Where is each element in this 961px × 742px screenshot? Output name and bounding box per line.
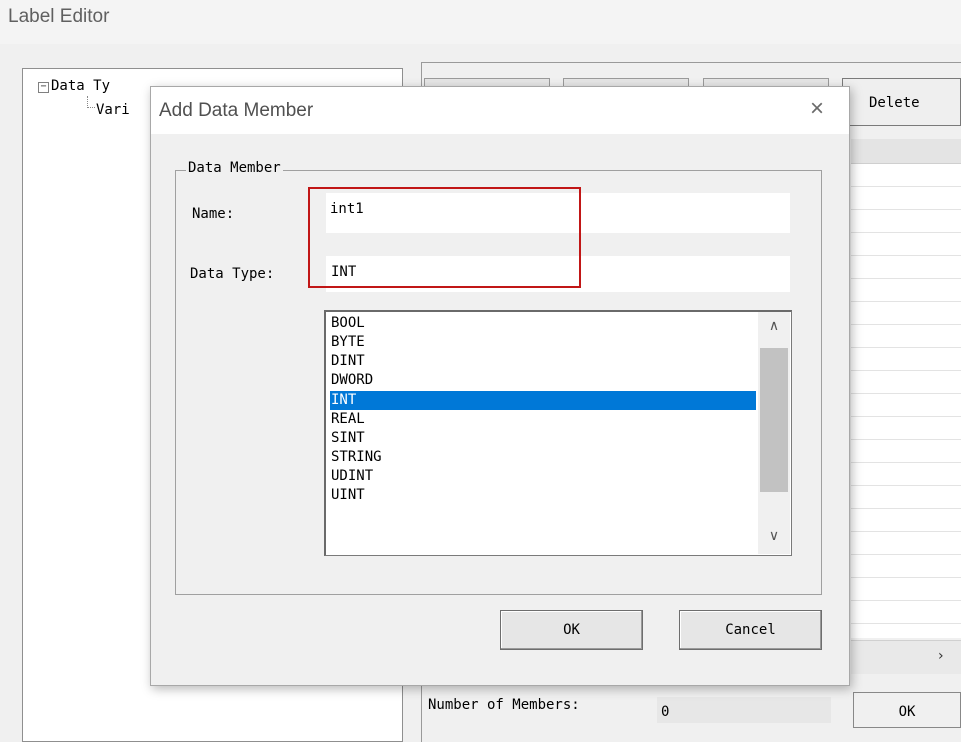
cancel-button[interactable]: Cancel bbox=[679, 610, 822, 650]
tree-child-node[interactable]: Vari bbox=[96, 102, 130, 118]
list-item[interactable]: SINT bbox=[330, 429, 756, 448]
dialog-title: Add Data Member bbox=[159, 100, 314, 121]
member-grid[interactable] bbox=[851, 164, 961, 638]
list-item[interactable]: UINT bbox=[330, 486, 756, 505]
tree-root-node[interactable]: − Data Ty bbox=[38, 78, 110, 94]
highlight-annotation bbox=[308, 187, 581, 288]
delete-button[interactable]: Delete bbox=[842, 78, 961, 126]
member-grid-header bbox=[851, 139, 961, 164]
list-item[interactable]: UDINT bbox=[330, 467, 756, 486]
members-count-label: Number of Members: bbox=[428, 697, 580, 713]
list-item[interactable]: STRING bbox=[330, 448, 756, 467]
list-item-selected[interactable]: INT bbox=[330, 391, 756, 410]
name-label: Name: bbox=[192, 206, 235, 222]
chevron-down-icon[interactable]: ∨ bbox=[758, 528, 790, 550]
list-item[interactable]: BYTE bbox=[330, 333, 756, 352]
window-title: Label Editor bbox=[8, 6, 110, 27]
list-item[interactable]: BOOL bbox=[330, 314, 756, 333]
members-count-value: 0 bbox=[657, 697, 831, 723]
list-item[interactable]: REAL bbox=[330, 410, 756, 429]
list-item[interactable]: DWORD bbox=[330, 371, 756, 390]
tree-root-label: Data Ty bbox=[51, 78, 111, 94]
dialog-close-icon[interactable]: × bbox=[810, 95, 824, 123]
scrollbar-thumb[interactable] bbox=[760, 348, 788, 492]
data-member-group-label: Data Member bbox=[186, 160, 283, 176]
list-item[interactable]: DINT bbox=[330, 352, 756, 371]
horizontal-scrollbar[interactable] bbox=[851, 640, 961, 674]
chevron-right-icon[interactable]: › bbox=[938, 648, 944, 664]
editor-ok-button[interactable]: OK bbox=[853, 692, 961, 728]
collapse-icon[interactable]: − bbox=[38, 82, 49, 93]
chevron-up-icon[interactable]: ∧ bbox=[758, 318, 790, 340]
data-type-listbox[interactable]: BOOL BYTE DINT DWORD INT REAL SINT STRIN… bbox=[324, 310, 792, 556]
tree-connector bbox=[87, 96, 95, 108]
ok-button[interactable]: OK bbox=[500, 610, 643, 650]
data-type-label: Data Type: bbox=[190, 266, 275, 282]
